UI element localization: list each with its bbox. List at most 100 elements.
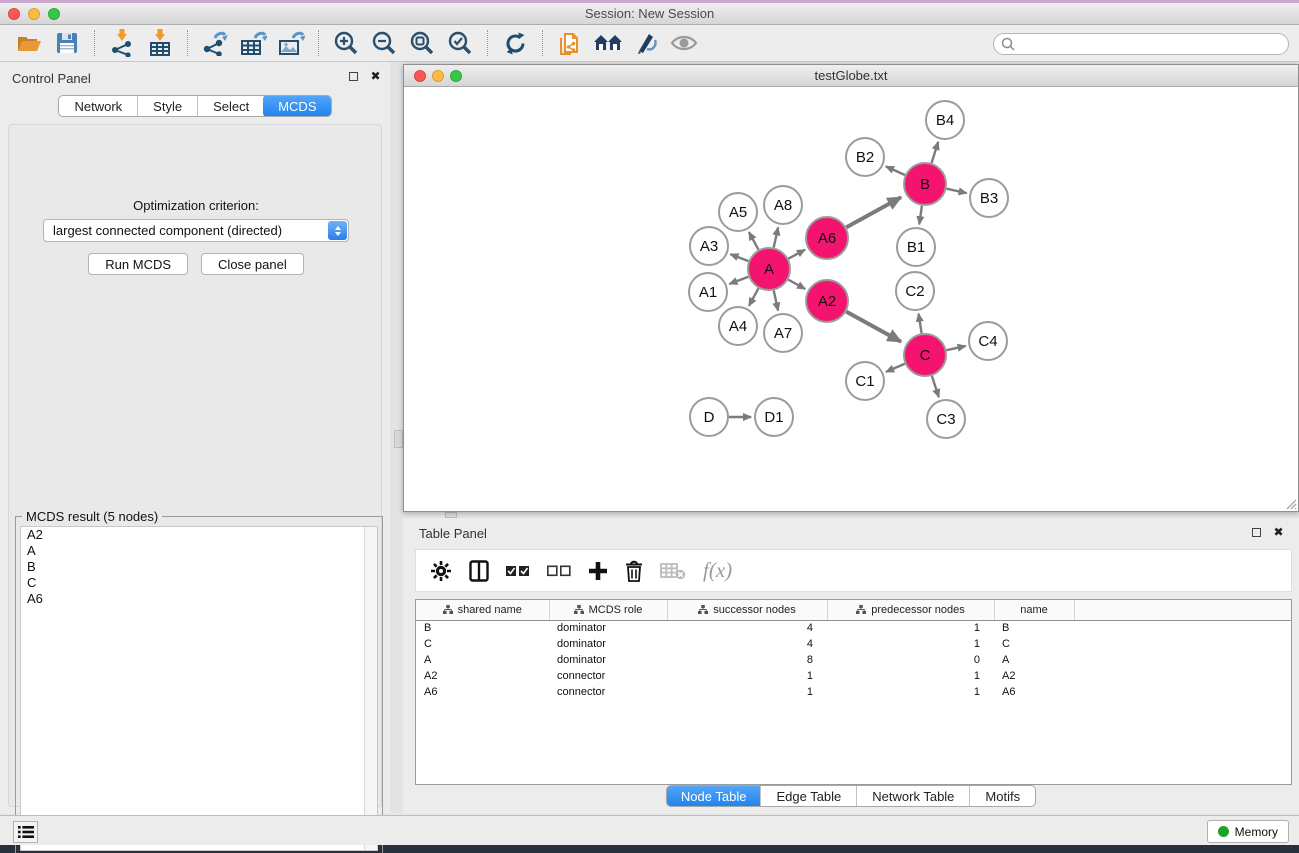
float-table-panel-button[interactable]	[1250, 526, 1263, 539]
graph-node-C2[interactable]: C2	[896, 272, 934, 310]
graph-node-B3[interactable]: B3	[970, 179, 1008, 217]
graph-edge-A6-B[interactable]	[846, 197, 901, 227]
function-builder-button[interactable]: f(x)	[703, 558, 732, 583]
table-cell[interactable]: B	[416, 620, 549, 636]
graph-edge-B-B4[interactable]	[932, 142, 939, 163]
delete-table-button[interactable]	[660, 561, 686, 581]
table-cell[interactable]: dominator	[549, 652, 667, 668]
close-panel-action-button[interactable]: Close panel	[201, 253, 304, 275]
graph-node-A2[interactable]: A2	[806, 280, 848, 322]
graph-edge-B-B3[interactable]	[946, 189, 966, 193]
table-cell[interactable]: dominator	[549, 620, 667, 636]
result-list-item[interactable]: B	[21, 559, 377, 575]
result-list-item[interactable]: A6	[21, 591, 377, 607]
table-row[interactable]: A2connector11A2	[416, 668, 1291, 684]
zoom-out-button[interactable]	[365, 27, 403, 59]
graph-node-D1[interactable]: D1	[755, 398, 793, 436]
table-cell[interactable]: connector	[549, 684, 667, 700]
column-header-successor-nodes[interactable]: successor nodes	[667, 600, 827, 620]
table-cell[interactable]: connector	[549, 668, 667, 684]
select-all-button[interactable]	[506, 565, 530, 577]
graph-node-A1[interactable]: A1	[689, 273, 727, 311]
graph-node-B4[interactable]: B4	[926, 101, 964, 139]
graph-edge-A-A2[interactable]	[788, 280, 805, 289]
graph-edge-A-A3[interactable]	[730, 254, 748, 261]
zoom-fit-button[interactable]	[403, 27, 441, 59]
search-box[interactable]	[993, 33, 1289, 55]
graph-node-B2[interactable]: B2	[846, 138, 884, 176]
graph-edge-B-B1[interactable]	[919, 206, 922, 225]
graph-edge-C-C3[interactable]	[932, 376, 939, 397]
graph-node-C[interactable]: C	[904, 334, 946, 376]
table-cell[interactable]: 1	[827, 668, 994, 684]
export-image-button[interactable]	[272, 27, 310, 59]
tab-network-table[interactable]: Network Table	[856, 786, 969, 807]
table-cell[interactable]: C	[994, 636, 1074, 652]
save-session-button[interactable]	[48, 27, 86, 59]
table-cell[interactable]: A	[994, 652, 1074, 668]
clone-network-button[interactable]	[551, 27, 589, 59]
table-cell[interactable]: A	[416, 652, 549, 668]
float-panel-button[interactable]	[347, 70, 360, 83]
delete-column-button[interactable]	[625, 560, 643, 582]
home-button[interactable]	[589, 27, 627, 59]
export-network-button[interactable]	[196, 27, 234, 59]
table-row[interactable]: Cdominator41C	[416, 636, 1291, 652]
graph-node-C1[interactable]: C1	[846, 362, 884, 400]
graph-edge-C-C1[interactable]	[886, 364, 905, 372]
tab-edge-table[interactable]: Edge Table	[760, 786, 856, 807]
column-header-shared-name[interactable]: shared name	[416, 600, 549, 620]
graph-node-C4[interactable]: C4	[969, 322, 1007, 360]
refresh-button[interactable]	[496, 27, 534, 59]
table-options-button[interactable]	[430, 560, 452, 582]
open-file-button[interactable]	[10, 27, 48, 59]
network-canvas[interactable]: AA1A2A3A4A5A6A7A8BB1B2B3B4CC1C2C3C4DD1	[404, 87, 1298, 511]
graph-edge-A-A6[interactable]	[788, 250, 805, 259]
eye-button[interactable]	[665, 27, 703, 59]
graph-node-A5[interactable]: A5	[719, 193, 757, 231]
import-network-button[interactable]	[103, 27, 141, 59]
close-panel-button[interactable]: ✖	[369, 70, 382, 83]
show-columns-button[interactable]	[469, 560, 489, 582]
graph-edge-B-B2[interactable]	[886, 166, 905, 175]
graph-node-A8[interactable]: A8	[764, 186, 802, 224]
graph-node-A4[interactable]: A4	[719, 307, 757, 345]
zoom-selected-button[interactable]	[441, 27, 479, 59]
table-cell[interactable]: A6	[416, 684, 549, 700]
graph-node-B1[interactable]: B1	[897, 228, 935, 266]
graph-node-C3[interactable]: C3	[927, 400, 965, 438]
table-cell[interactable]: 1	[667, 684, 827, 700]
tab-select[interactable]: Select	[197, 96, 264, 117]
tab-mcds[interactable]: MCDS	[263, 95, 331, 117]
graph-node-A6[interactable]: A6	[806, 217, 848, 259]
criterion-dropdown[interactable]: largest connected component (directed)	[43, 219, 349, 242]
graph-node-D[interactable]: D	[690, 398, 728, 436]
tab-node-table[interactable]: Node Table	[666, 785, 762, 807]
export-table-button[interactable]	[234, 27, 272, 59]
graph-edge-C-C2[interactable]	[919, 314, 922, 334]
graph-edge-A-A4[interactable]	[749, 288, 759, 306]
table-row[interactable]: Adominator80A	[416, 652, 1291, 668]
zoom-in-button[interactable]	[327, 27, 365, 59]
annotation-pen-button[interactable]	[627, 27, 665, 59]
graph-node-B[interactable]: B	[904, 163, 946, 205]
table-row[interactable]: Bdominator41B	[416, 620, 1291, 636]
resize-grip-icon[interactable]	[1284, 497, 1297, 510]
table-cell[interactable]: A6	[994, 684, 1074, 700]
table-cell[interactable]: 4	[667, 620, 827, 636]
graph-node-A[interactable]: A	[748, 248, 790, 290]
table-cell[interactable]: 4	[667, 636, 827, 652]
graph-node-A7[interactable]: A7	[764, 314, 802, 352]
result-list-item[interactable]: A2	[21, 527, 377, 543]
column-header-predecessor-nodes[interactable]: predecessor nodes	[827, 600, 994, 620]
memory-button[interactable]: Memory	[1207, 820, 1289, 843]
table-cell[interactable]: 1	[827, 684, 994, 700]
table-cell[interactable]: 1	[827, 620, 994, 636]
table-cell[interactable]: dominator	[549, 636, 667, 652]
graph-edge-A2-C[interactable]	[846, 312, 901, 342]
result-list-scrollbar[interactable]	[364, 527, 377, 850]
result-list-item[interactable]: C	[21, 575, 377, 591]
table-cell[interactable]: 0	[827, 652, 994, 668]
column-header-MCDS-role[interactable]: MCDS role	[549, 600, 667, 620]
table-cell[interactable]: A2	[994, 668, 1074, 684]
